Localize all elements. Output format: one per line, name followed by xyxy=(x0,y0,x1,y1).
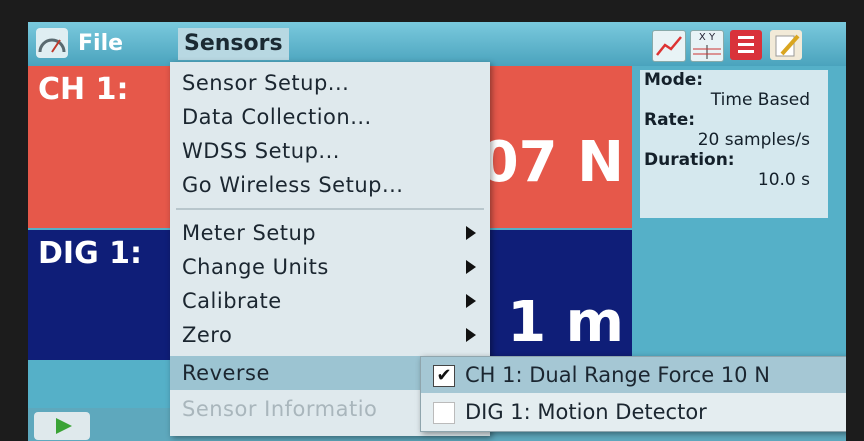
menu-item-label: Meter Setup xyxy=(182,221,317,245)
submenu-arrow-icon xyxy=(466,328,476,342)
meter-icon[interactable] xyxy=(730,30,762,60)
table-icon[interactable]: X Y xyxy=(690,30,724,62)
menu-item-change-units[interactable]: Change Units xyxy=(170,250,490,284)
menu-bar: File Sensors X Y xyxy=(28,22,846,66)
collect-button[interactable] xyxy=(34,412,90,440)
mode-label: Mode: xyxy=(644,70,704,90)
menu-item-go-wireless-setup[interactable]: Go Wireless Setup... xyxy=(170,168,490,202)
reverse-submenu: ✔ CH 1: Dual Range Force 10 N DIG 1: Mot… xyxy=(420,356,846,432)
dig1-label: DIG 1: xyxy=(38,236,143,271)
menu-item-meter-setup[interactable]: Meter Setup xyxy=(170,216,490,250)
gauge-icon[interactable] xyxy=(36,28,68,58)
menu-item-label: Zero xyxy=(182,323,233,347)
reverse-ch1-item[interactable]: ✔ CH 1: Dual Range Force 10 N xyxy=(421,357,846,393)
duration-value: 10.0 s xyxy=(757,170,810,190)
reverse-dig1-item[interactable]: DIG 1: Motion Detector xyxy=(421,394,846,430)
reverse-ch1-label: CH 1: Dual Range Force 10 N xyxy=(465,363,770,387)
menu-separator xyxy=(176,208,484,210)
checkbox-checked[interactable]: ✔ xyxy=(433,365,455,387)
rate-value: 20 samples/s xyxy=(697,130,810,150)
menu-item-sensor-setup[interactable]: Sensor Setup... xyxy=(170,66,490,100)
menu-item-calibrate[interactable]: Calibrate xyxy=(170,284,490,318)
menu-item-label: Change Units xyxy=(182,255,329,279)
ch1-value: 07 N xyxy=(479,130,624,195)
submenu-arrow-icon xyxy=(466,294,476,308)
rate-label: Rate: xyxy=(644,110,696,130)
file-menu[interactable]: File xyxy=(72,28,129,60)
submenu-arrow-icon xyxy=(466,260,476,274)
menu-item-data-collection[interactable]: Data Collection... xyxy=(170,100,490,134)
sensors-menu[interactable]: Sensors xyxy=(178,28,289,60)
submenu-arrow-icon xyxy=(466,226,476,240)
reverse-dig1-label: DIG 1: Motion Detector xyxy=(465,400,707,424)
ch1-label: CH 1: xyxy=(38,72,129,107)
menu-item-wdss-setup[interactable]: WDSS Setup... xyxy=(170,134,490,168)
menu-item-label: Calibrate xyxy=(182,289,282,313)
duration-label: Duration: xyxy=(644,150,735,170)
dig1-value: 1 m xyxy=(507,290,624,355)
collection-info-box[interactable]: Mode: Time Based Rate: 20 samples/s Dura… xyxy=(640,70,828,218)
device-screen: File Sensors X Y CH 1: 07 N DIG 1: 1 m M… xyxy=(28,22,846,441)
mode-value: Time Based xyxy=(710,90,810,110)
notes-icon[interactable] xyxy=(770,30,802,60)
play-icon xyxy=(56,418,72,434)
checkbox-unchecked[interactable] xyxy=(433,402,455,424)
menu-item-label: Reverse xyxy=(182,361,270,385)
graph-icon[interactable] xyxy=(652,30,686,62)
menu-item-zero[interactable]: Zero xyxy=(170,318,490,352)
table-icon-text: X Y xyxy=(698,32,716,43)
